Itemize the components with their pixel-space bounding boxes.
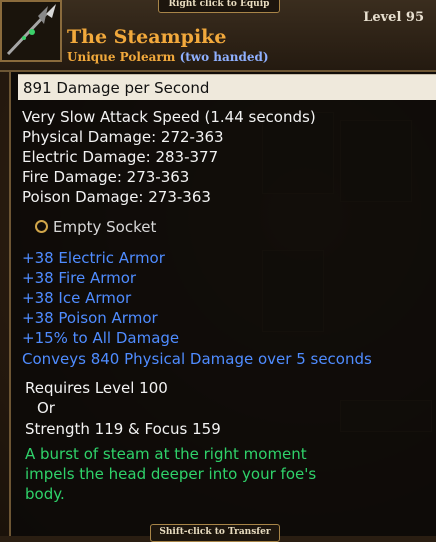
bonus-line: +38 Ice Armor [22,289,132,307]
flavor-text-line: impels the head deeper into your foe's [25,465,317,483]
requirement-or: Or [37,399,55,417]
item-level: Level 95 [363,10,424,25]
item-name: The Steampike [67,26,227,48]
stat-line: Very Slow Attack Speed (1.44 seconds) [22,108,316,126]
item-handed: (two handed) [179,50,269,64]
bonus-line: +38 Electric Armor [22,249,165,267]
stat-line: Fire Damage: 273-363 [22,168,190,186]
item-type-label: Unique Polearm [67,50,176,64]
transfer-hint-tab: Shift-click to Transfer [150,524,280,542]
stat-line: Poison Damage: 273-363 [22,188,211,206]
equip-hint-tab: Right click to Equip [158,0,280,13]
bonus-line: +15% to All Damage [22,329,180,347]
socket-icon [35,220,48,233]
stat-line: Electric Damage: 283-377 [22,148,219,166]
dps-text: 891 Damage per Second [23,79,210,97]
flavor-text-line: A burst of steam at the right moment [25,445,307,463]
item-icon-frame [0,0,62,62]
stat-line: Physical Damage: 272-363 [22,128,224,146]
dps-bar: 891 Damage per Second [18,74,436,100]
requirement-level: Requires Level 100 [25,379,168,397]
flavor-text-line: body. [25,485,65,503]
bonus-line: Conveys 840 Physical Damage over 5 secon… [22,350,372,368]
item-type: Unique Polearm (two handed) [67,50,269,64]
socket-label: Empty Socket [53,218,157,236]
bonus-line: +38 Poison Armor [22,309,158,327]
requirement-attributes: Strength 119 & Focus 159 [25,420,221,438]
polearm-icon [6,4,56,56]
bonus-line: +38 Fire Armor [22,269,137,287]
